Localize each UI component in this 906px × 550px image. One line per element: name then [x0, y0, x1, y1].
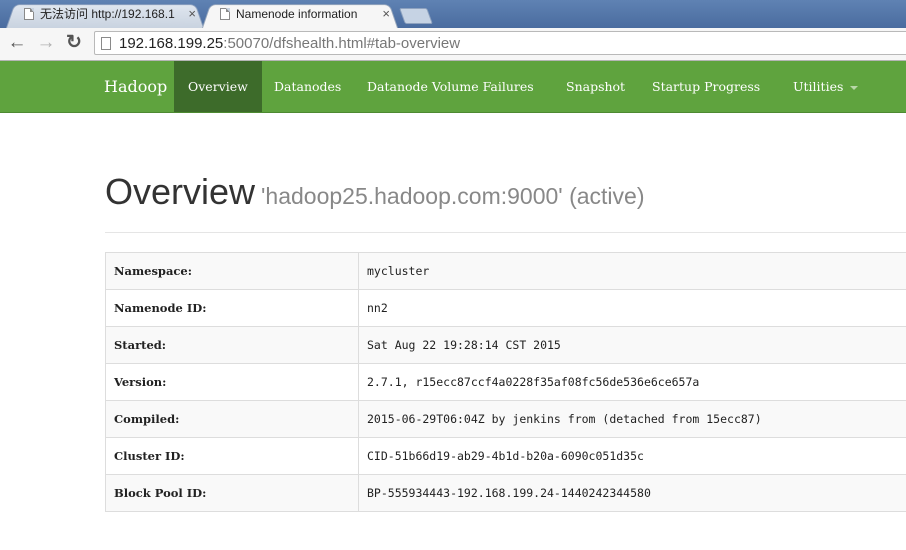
row-value: BP-555934443-192.168.199.24-144024234458… — [358, 474, 906, 512]
row-value: 2015-06-29T06:04Z by jenkins from (detac… — [358, 400, 906, 438]
nav-utilities[interactable]: Utilities — [793, 61, 859, 112]
browser-tab-namenode[interactable]: Namenode information × — [202, 2, 398, 28]
row-key: Cluster ID: — [105, 437, 359, 475]
browser-toolbar: ← → ↻ 192.168.199.25:50070/dfshealth.htm… — [0, 28, 906, 61]
row-value: 2.7.1, r15ecc87ccf4a0228f35af08fc56de536… — [358, 363, 906, 401]
row-value: Sat Aug 22 19:28:14 CST 2015 — [358, 326, 906, 364]
url-host: 192.168.199.25 — [119, 35, 224, 52]
page-icon — [220, 8, 230, 20]
table-row: Cluster ID: CID-51b66d19-ab29-4b1d-b20a-… — [105, 437, 906, 475]
row-value: CID-51b66d19-ab29-4b1d-b20a-6090c051d35c — [358, 437, 906, 475]
tab-title: Namenode information — [236, 7, 358, 21]
page-icon — [101, 37, 111, 50]
nav-utilities-label: Utilities — [793, 79, 844, 94]
nav-overview[interactable]: Overview — [174, 61, 262, 112]
row-key: Namenode ID: — [105, 289, 359, 327]
row-key: Started: — [105, 326, 359, 364]
table-row: Namenode ID: nn2 — [105, 289, 906, 327]
forward-arrow-icon[interactable]: → — [35, 32, 57, 54]
hadoop-navbar: Hadoop Overview Datanodes Datanode Volum… — [0, 61, 906, 113]
close-icon[interactable]: × — [382, 2, 390, 26]
browser-tab-unreachable[interactable]: 无法访问 http://192.168.1 × — [6, 2, 204, 28]
page-subtitle: 'hadoop25.hadoop.com:9000' (active) — [261, 183, 645, 209]
table-row: Block Pool ID: BP-555934443-192.168.199.… — [105, 474, 906, 512]
new-tab-button[interactable] — [399, 8, 433, 24]
table-row: Version: 2.7.1, r15ecc87ccf4a0228f35af08… — [105, 363, 906, 401]
row-key: Version: — [105, 363, 359, 401]
address-bar[interactable]: 192.168.199.25:50070/dfshealth.html#tab-… — [94, 31, 906, 55]
nav-startup-progress[interactable]: Startup Progress — [652, 61, 760, 112]
row-key: Compiled: — [105, 400, 359, 438]
url-path: :50070/dfshealth.html#tab-overview — [223, 35, 461, 52]
reload-icon[interactable]: ↻ — [63, 32, 85, 54]
page-icon — [24, 8, 34, 20]
table-row: Compiled: 2015-06-29T06:04Z by jenkins f… — [105, 400, 906, 438]
browser-tab-strip: 无法访问 http://192.168.1 × Namenode informa… — [0, 0, 906, 28]
tab-title: 无法访问 http://192.168.1 — [40, 7, 175, 21]
nav-snapshot[interactable]: Snapshot — [566, 61, 625, 112]
row-key: Namespace: — [105, 252, 359, 290]
back-arrow-icon[interactable]: ← — [6, 32, 28, 54]
page-header: Overview'hadoop25.hadoop.com:9000' (acti… — [105, 168, 906, 233]
table-row: Namespace: mycluster — [105, 252, 906, 290]
row-value: nn2 — [358, 289, 906, 327]
table-row: Started: Sat Aug 22 19:28:14 CST 2015 — [105, 326, 906, 364]
close-icon[interactable]: × — [188, 2, 196, 26]
row-value: mycluster — [358, 252, 906, 290]
page-title: Overview — [105, 171, 256, 212]
brand-link[interactable]: Hadoop — [104, 61, 167, 112]
row-key: Block Pool ID: — [105, 474, 359, 512]
nav-datanodes[interactable]: Datanodes — [274, 61, 341, 112]
overview-table: Namespace: mycluster Namenode ID: nn2 St… — [105, 252, 906, 512]
nav-datanode-volume-failures[interactable]: Datanode Volume Failures — [367, 61, 534, 112]
chevron-down-icon — [850, 85, 859, 90]
url-text[interactable]: 192.168.199.25:50070/dfshealth.html#tab-… — [119, 34, 460, 54]
